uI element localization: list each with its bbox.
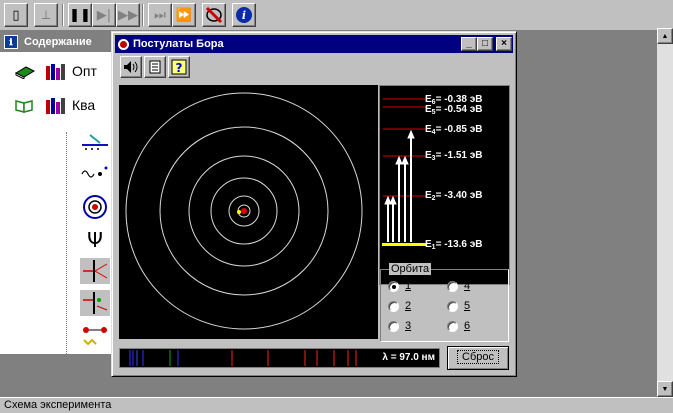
main-toolbar: ▯ ⟂ ❚❚ ▶| ▶▶ ⏭ ⏩ i <box>0 0 673 31</box>
radio-dot[interactable] <box>447 300 458 312</box>
step-forward-icon[interactable]: ▶| <box>92 3 116 27</box>
maximize-button[interactable]: □ <box>477 37 493 51</box>
level-label-4: E4= -0.85 эВ <box>425 124 483 136</box>
wavelength-readout: λ = 97.0 нм <box>382 352 435 363</box>
radio-dot[interactable] <box>388 320 399 332</box>
contents-window-icon: ℹ <box>4 35 18 49</box>
level-label-2: E2= -3.40 эВ <box>425 190 483 202</box>
help-icon[interactable]: ? <box>168 56 190 78</box>
bohr-title: Постулаты Бора <box>133 38 224 50</box>
bohr-titlebar[interactable]: Постулаты Бора _ □ × <box>115 35 513 53</box>
tree-guide-line <box>66 132 67 354</box>
status-text: Схема эксперимента <box>4 399 112 411</box>
tree-item-optics[interactable]: Опт <box>14 60 97 82</box>
orbit-radio-5[interactable]: 5 <box>447 300 470 312</box>
wave-particle-icon[interactable] <box>80 160 110 186</box>
skip-end-icon[interactable]: ⏩ <box>172 3 196 27</box>
scroll-up-icon[interactable]: ▲ <box>657 28 673 44</box>
document-icon[interactable]: ▯ <box>4 3 28 27</box>
radio-label: 5 <box>464 300 471 312</box>
toolbar-separator <box>142 4 144 26</box>
contents-titlebar[interactable]: ℹ Содержание <box>0 32 113 52</box>
tunneling-icon[interactable] <box>80 258 110 284</box>
energy-levels-diagram: E6= -0.38 эВ E5= -0.54 эВ E4= -0.85 эВ E… <box>379 85 510 285</box>
radio-dot[interactable] <box>388 280 399 292</box>
tree-item-label: Ква <box>72 97 96 113</box>
nucleus <box>241 208 247 214</box>
text-page-icon[interactable] <box>144 56 166 78</box>
sound-off-icon[interactable] <box>202 3 226 27</box>
close-button[interactable]: × <box>496 37 512 51</box>
closed-book-icon <box>14 63 36 80</box>
radio-dot[interactable] <box>388 300 399 312</box>
contents-window: ℹ Содержание Опт Ква Ψ <box>0 32 113 354</box>
tree-item-label: Опт <box>72 63 97 79</box>
info-icon[interactable]: i <box>232 3 256 27</box>
svg-text:i: i <box>242 9 246 22</box>
sound-off-glyph <box>205 6 223 24</box>
atom-target-icon[interactable] <box>80 194 110 220</box>
radio-label: 6 <box>464 320 471 332</box>
radio-label: 4 <box>464 280 471 292</box>
minimize-button[interactable]: _ <box>461 37 477 51</box>
orbit-radio-1[interactable]: 1 <box>388 280 411 292</box>
radio-label: 1 <box>405 280 412 292</box>
skip-icon[interactable]: ⏭ <box>148 3 172 27</box>
svg-text:?: ? <box>176 61 183 75</box>
orbit-radio-4[interactable]: 4 <box>447 280 470 292</box>
circuit-icon[interactable] <box>80 322 110 348</box>
app-icon <box>118 39 129 50</box>
orbit-radio-2[interactable]: 2 <box>388 300 411 312</box>
photoeffect-experiment-icon[interactable] <box>80 129 110 155</box>
orbit-radio-3[interactable]: 3 <box>388 320 411 332</box>
speaker-icon[interactable] <box>120 56 142 78</box>
level-label-1: E1= -13.6 эВ <box>425 239 483 251</box>
pause-icon[interactable]: ❚❚ <box>68 3 92 27</box>
pointer-icon[interactable]: ⟂ <box>34 3 58 27</box>
library-icon <box>46 96 68 114</box>
level-label-5: E5= -0.54 эВ <box>425 104 483 116</box>
contents-title: Содержание <box>24 36 92 48</box>
barrier-icon[interactable] <box>80 290 110 316</box>
electron <box>237 210 241 214</box>
library-icon <box>46 62 68 80</box>
bohr-postulates-window: Постулаты Бора _ □ × ? E6= -0.38 эВ E5= … <box>111 31 517 377</box>
orbit-radio-6[interactable]: 6 <box>447 320 470 332</box>
tree-item-quantum[interactable]: Ква <box>14 94 95 116</box>
radio-label: 3 <box>405 320 412 332</box>
toolbar-separator <box>62 4 64 26</box>
info-glyph: i <box>236 7 252 23</box>
orbit-diagram <box>125 92 363 330</box>
vertical-scrollbar[interactable]: ▲ ▼ <box>657 28 673 397</box>
open-book-icon <box>14 97 36 113</box>
orbit-group-label: Орбита <box>389 263 432 275</box>
radio-dot[interactable] <box>447 280 458 292</box>
radio-label: 2 <box>405 300 412 312</box>
spectrum-lines <box>129 350 357 366</box>
orbit-selector-group: Орбита 1 2 3 4 5 6 <box>380 263 509 342</box>
scroll-down-icon[interactable]: ▼ <box>657 381 673 397</box>
radio-dot[interactable] <box>447 320 458 332</box>
spectrum-strip: λ = 97.0 нм <box>119 348 440 368</box>
status-bar: Схема эксперимента <box>0 397 673 413</box>
orbit-view <box>119 85 378 339</box>
reset-label: Сброс <box>457 350 499 364</box>
level-label-3: E3= -1.51 эВ <box>425 150 483 162</box>
transition-arrows <box>384 129 415 242</box>
psi-function-icon[interactable]: Ψ <box>80 227 110 253</box>
reset-button[interactable]: Сброс <box>447 346 509 370</box>
level-line-1 <box>382 243 426 246</box>
fast-forward-icon[interactable]: ▶▶ <box>116 3 140 27</box>
